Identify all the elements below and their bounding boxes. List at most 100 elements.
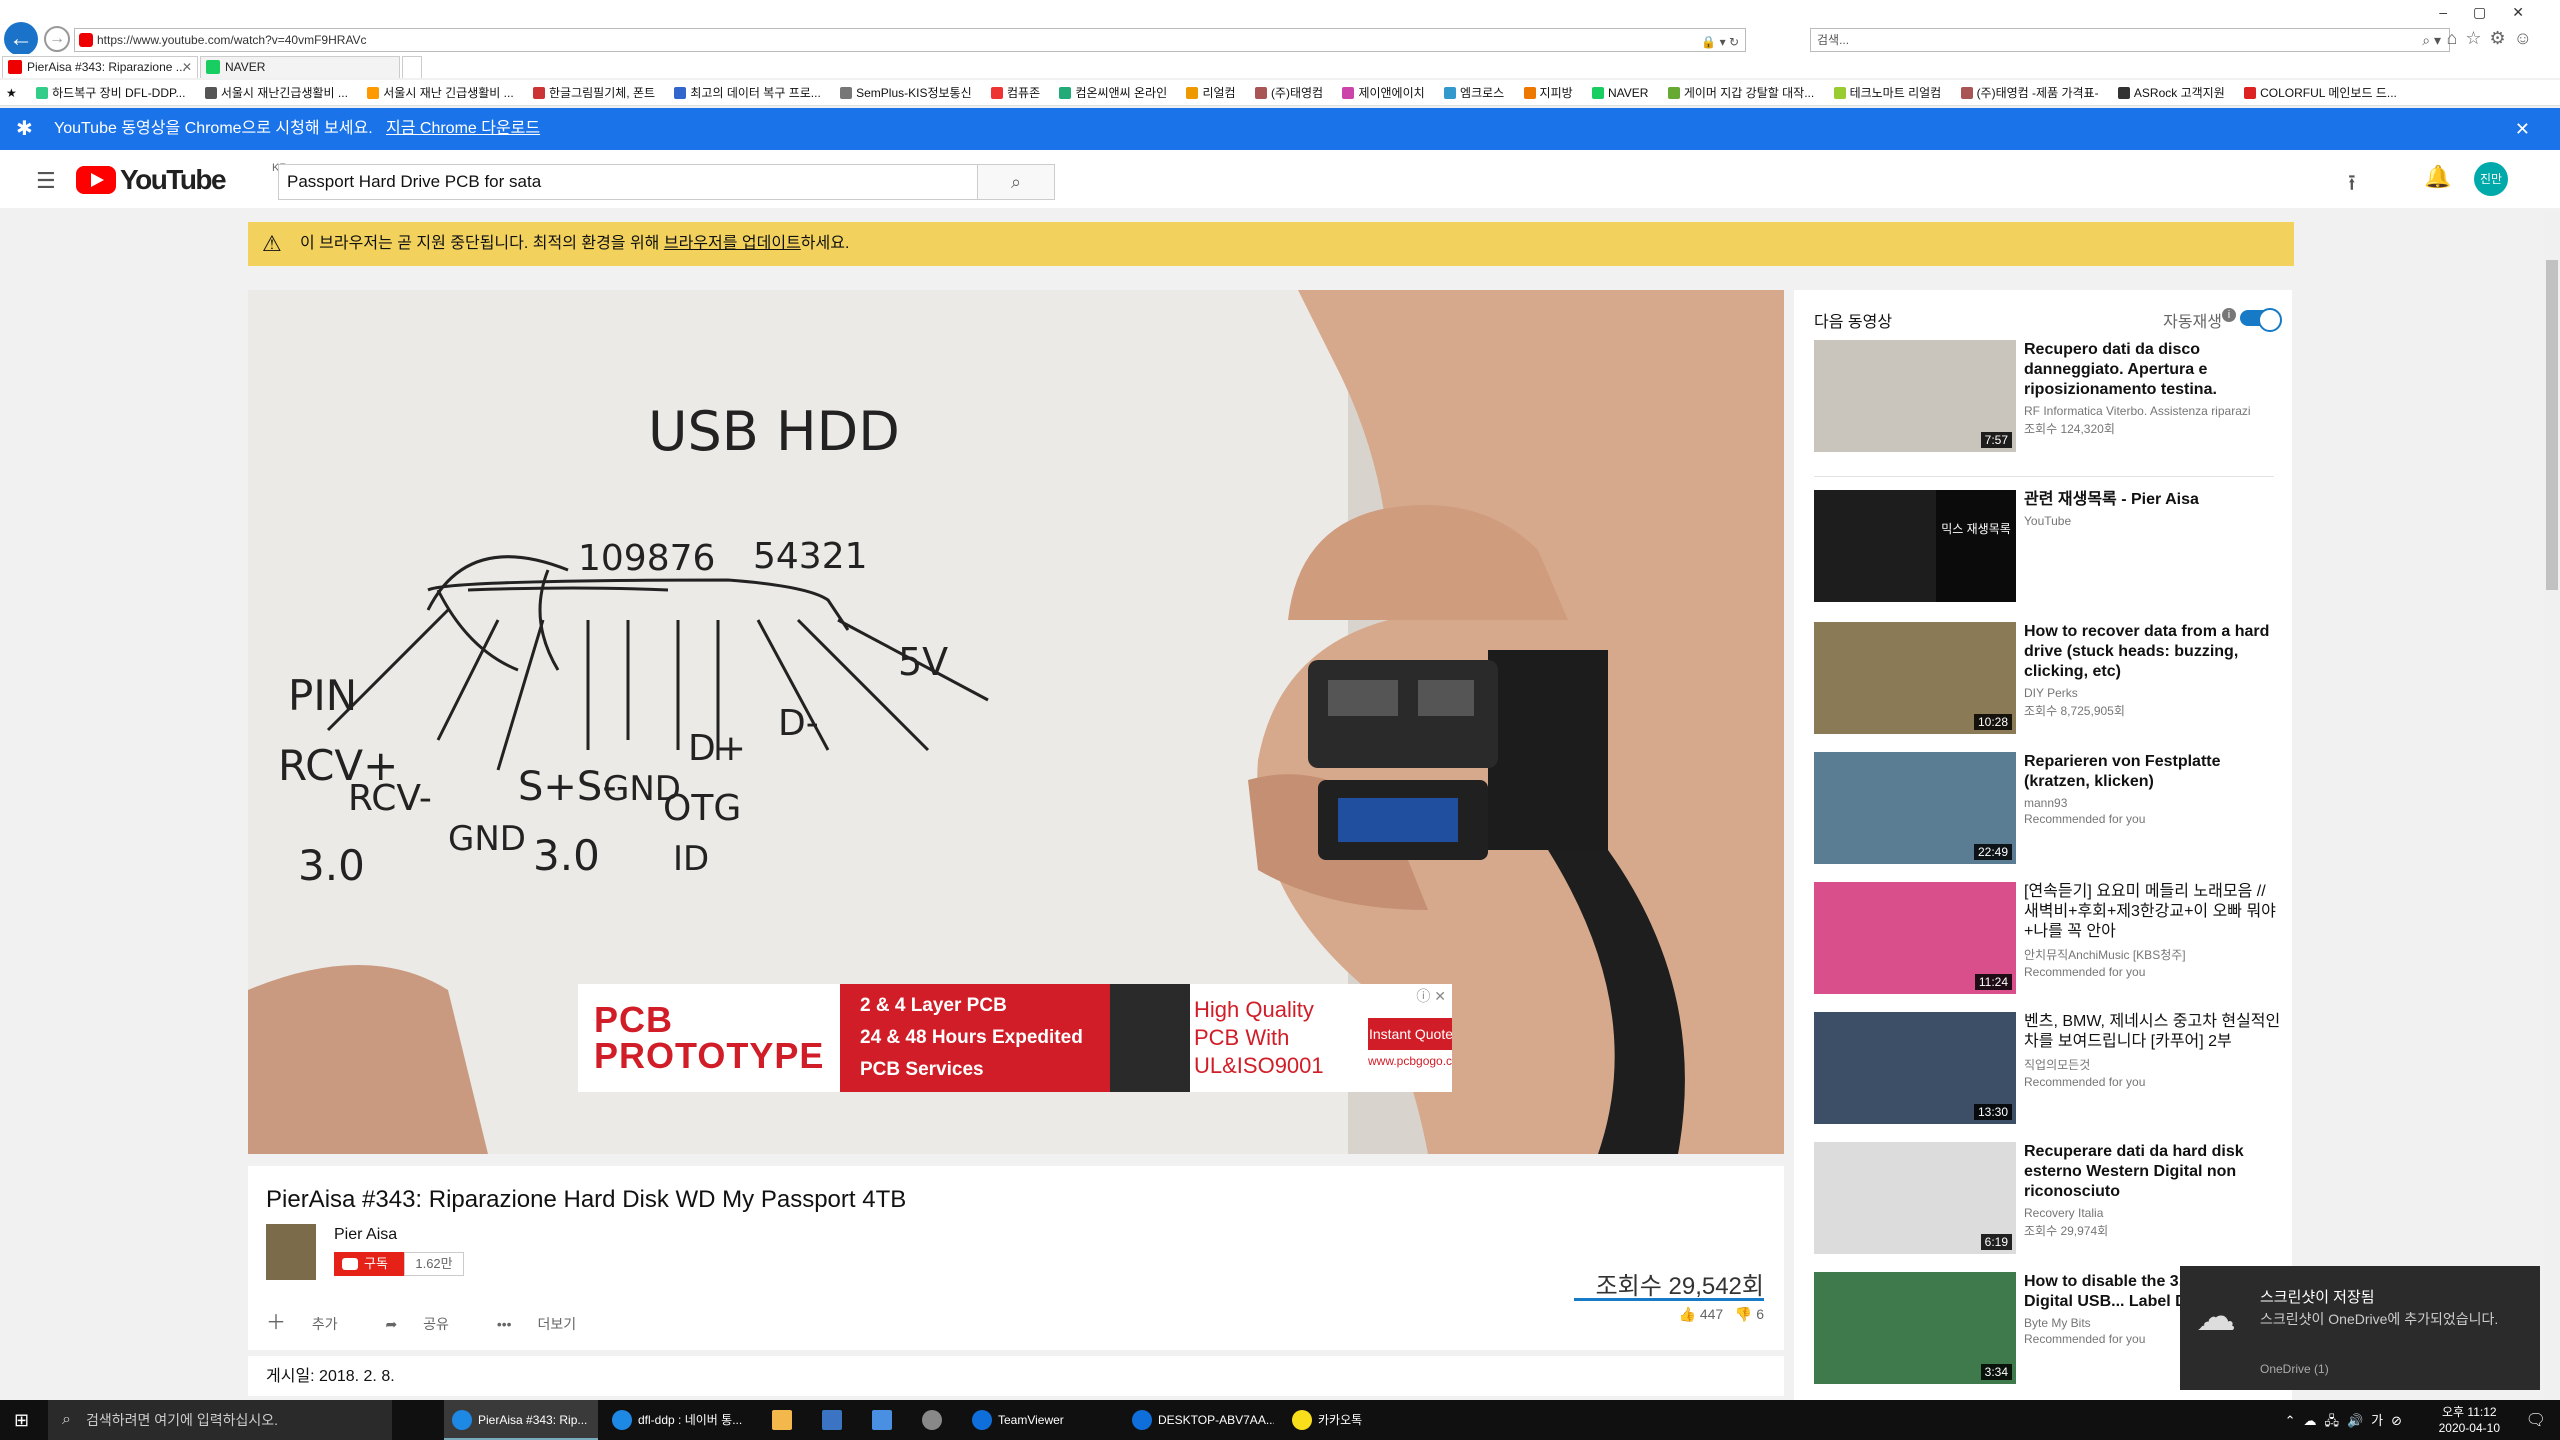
favorite-link[interactable]: 엠크로스 bbox=[1444, 80, 1504, 105]
channel-name[interactable]: Pier Aisa bbox=[334, 1226, 397, 1244]
item-title[interactable]: How to recover data from a hard drive (s… bbox=[2024, 622, 2282, 682]
bell-icon[interactable]: 🔔 bbox=[2424, 164, 2451, 190]
video-thumbnail[interactable]: 6:19 bbox=[1814, 1142, 2016, 1254]
close-icon[interactable]: ✕ bbox=[2515, 108, 2530, 150]
search-icon[interactable]: ⌕ ▾ bbox=[2422, 29, 2441, 51]
list-item[interactable]: 11:24 [연속듣기] 요요미 메들리 노래모음 // 새벽비+후회+제3한강… bbox=[1814, 882, 2284, 994]
back-button[interactable]: ← bbox=[4, 22, 38, 56]
tab-youtube[interactable]: PierAisa #343: Riparazione ... ✕ bbox=[2, 56, 198, 78]
clock[interactable]: 오후 11:12 2020-04-10 bbox=[2439, 1404, 2500, 1436]
chrome-download-link[interactable]: 지금 Chrome 다운로드 bbox=[386, 120, 540, 137]
share-button[interactable]: ➦ 공유 bbox=[386, 1316, 471, 1332]
up-next-sidebar: 다음 동영상 자동재생 i 7:57 Recupero dati da disc… bbox=[1794, 290, 2292, 1400]
close-icon[interactable]: ✕ bbox=[182, 57, 192, 77]
item-title[interactable]: [연속듣기] 요요미 메들리 노래모음 // 새벽비+후회+제3한강교+이 오빠… bbox=[2024, 882, 2282, 942]
list-item[interactable]: 10:28 How to recover data from a hard dr… bbox=[1814, 622, 2284, 734]
scrollbar-thumb[interactable] bbox=[2546, 260, 2558, 590]
store-icon[interactable] bbox=[814, 1400, 858, 1440]
lock-refresh-icon[interactable]: 🔒 ▾ ↻ bbox=[1701, 31, 1739, 53]
favorite-link[interactable]: 서울시 재난 긴급생활비 ... bbox=[367, 80, 514, 105]
favorite-link[interactable]: 게이머 지갑 강탈할 대작... bbox=[1667, 80, 1814, 105]
channel-avatar[interactable] bbox=[266, 1224, 316, 1280]
pcb-ad-overlay[interactable]: PCB PROTOTYPE 2 & 4 Layer PCB 24 & 48 Ho… bbox=[578, 984, 1452, 1092]
video-thumbnail[interactable]: 10:28 bbox=[1814, 622, 2016, 734]
video-thumbnail[interactable]: 22:49 bbox=[1814, 752, 2016, 864]
favorite-link[interactable]: 테크노마트 리얼컴 bbox=[1833, 80, 1941, 105]
list-item[interactable]: 22:49 Reparieren von Festplatte (kratzen… bbox=[1814, 752, 2284, 864]
instant-quote-button[interactable]: Instant Quote bbox=[1368, 1018, 1452, 1050]
favorite-link[interactable]: (주)태영컴 -제품 가격표- bbox=[1960, 80, 2099, 105]
favorite-link[interactable]: ASRock 고객지원 bbox=[2117, 80, 2225, 105]
video-thumbnail[interactable]: 13:30 bbox=[1814, 1012, 2016, 1124]
item-channel: RF Informatica Viterbo. Assistenza ripar… bbox=[2024, 404, 2251, 418]
thumbs-up-icon[interactable]: 👍 bbox=[1679, 1306, 1696, 1322]
favorite-link[interactable]: 리얼컴 bbox=[1186, 80, 1236, 105]
more-button[interactable]: ••• 더보기 bbox=[497, 1316, 598, 1332]
playlist-thumbnail[interactable]: 믹스 재생목록 bbox=[1814, 490, 2016, 602]
taskbar-search-input[interactable]: 검색하려면 여기에 입력하십시오. bbox=[48, 1400, 392, 1440]
favorite-link[interactable]: COLORFUL 메인보드 드... bbox=[2244, 80, 2397, 105]
taskbar-item-kakaotalk[interactable]: 카카오톡 bbox=[1284, 1400, 1434, 1440]
item-title[interactable]: 관련 재생목록 - Pier Aisa bbox=[2024, 490, 2282, 510]
item-title[interactable]: 벤츠, BMW, 제네시스 중고차 현실적인 차를 보여드립니다 [카푸어] 2… bbox=[2024, 1012, 2282, 1052]
favorite-link[interactable]: 서울시 재난긴급생활비 ... bbox=[204, 80, 348, 105]
search-icon[interactable]: ⌕ bbox=[977, 164, 1055, 200]
address-bar[interactable]: https://www.youtube.com/watch?v=40vmF9HR… bbox=[74, 28, 1746, 52]
video-player[interactable]: USB HDD 109876 54321 PIN RCV+ RCV- 3.0 G… bbox=[248, 290, 1784, 1154]
taskbar-item-ie2[interactable]: dfl-ddp : 네이버 통... bbox=[604, 1400, 758, 1440]
notification-icon[interactable]: 🗨 bbox=[2526, 1410, 2546, 1430]
add-button[interactable]: ＋ 추가 bbox=[266, 1312, 360, 1334]
favorites-star-icon[interactable]: ★ bbox=[6, 80, 17, 105]
favorite-link[interactable]: SemPlus-KIS정보통신 bbox=[840, 80, 972, 105]
close-icon[interactable]: ⓘ ✕ bbox=[1416, 986, 1446, 1006]
favorite-link[interactable]: 제이앤에이치 bbox=[1342, 80, 1425, 105]
update-browser-link[interactable]: 브라우저를 업데이트 bbox=[664, 235, 801, 252]
taskbar-item-desktop[interactable]: DESKTOP-ABV7AA... bbox=[1124, 1400, 1274, 1440]
upload-icon[interactable]: ⭱ bbox=[2348, 166, 2356, 204]
task-view-icon[interactable]: ▭ bbox=[400, 1400, 434, 1440]
mail-icon[interactable] bbox=[864, 1400, 908, 1440]
system-tray-icons[interactable]: ⌃☁🖧🔊가⊘ bbox=[2285, 1410, 2410, 1434]
video-thumbnail[interactable]: 3:34 bbox=[1814, 1272, 2016, 1384]
taskbar-item-ie[interactable]: PierAisa #343: Rip... bbox=[444, 1400, 598, 1440]
forward-button[interactable]: → bbox=[44, 26, 70, 52]
list-item[interactable]: 13:30 벤츠, BMW, 제네시스 중고차 현실적인 차를 보여드립니다 [… bbox=[1814, 1012, 2284, 1124]
page-scrollbar[interactable] bbox=[2544, 210, 2560, 1400]
onedrive-toast[interactable]: ☁ 스크린샷이 저장됨 스크린샷이 OneDrive에 추가되었습니다. One… bbox=[2180, 1266, 2540, 1390]
file-explorer-icon[interactable] bbox=[764, 1400, 808, 1440]
drawing-label: S+S- bbox=[518, 764, 617, 810]
favorite-link[interactable]: 컴온씨앤씨 온라인 bbox=[1059, 80, 1167, 105]
favorite-link[interactable]: NAVER bbox=[1592, 80, 1648, 105]
item-title[interactable]: Recupero dati da disco danneggiato. Aper… bbox=[2024, 340, 2282, 400]
autoplay-toggle[interactable] bbox=[2240, 308, 2282, 332]
favorite-link[interactable]: (주)태영컴 bbox=[1254, 80, 1323, 105]
favorite-link[interactable]: 한글그림필기체, 폰트 bbox=[533, 80, 655, 105]
new-tab-button[interactable] bbox=[402, 56, 422, 78]
thumbs-down-icon[interactable]: 👎 bbox=[1735, 1306, 1752, 1322]
browser-search-input[interactable]: 검색... ⌕ ▾ bbox=[1810, 28, 2450, 52]
list-item[interactable]: 7:57 Recupero dati da disco danneggiato.… bbox=[1814, 340, 2284, 452]
info-icon[interactable]: i bbox=[2222, 308, 2236, 322]
favorite-link[interactable]: 지피방 bbox=[1523, 80, 1573, 105]
favorite-link[interactable]: 최고의 데이터 복구 프로... bbox=[674, 80, 821, 105]
menu-icon[interactable]: ☰ bbox=[36, 168, 56, 194]
youtube-search-input[interactable]: Passport Hard Drive PCB for sata bbox=[278, 164, 978, 200]
avatar[interactable]: 진만 bbox=[2474, 162, 2508, 196]
tab-naver[interactable]: NAVER bbox=[200, 56, 400, 78]
windows-start-icon[interactable]: ⊞ bbox=[14, 1410, 29, 1431]
subscribe-button[interactable]: 구독 bbox=[334, 1252, 404, 1276]
drawing-heading: USB HDD bbox=[648, 400, 900, 463]
favorite-link[interactable]: 하드복구 장비 DFL-DDP... bbox=[36, 80, 185, 105]
app-icon[interactable] bbox=[914, 1400, 958, 1440]
video-thumbnail[interactable]: 7:57 bbox=[1814, 340, 2016, 452]
video-thumbnail[interactable]: 11:24 bbox=[1814, 882, 2016, 994]
duration-badge: 11:24 bbox=[1974, 974, 2012, 990]
item-title[interactable]: Reparieren von Festplatte (kratzen, klic… bbox=[2024, 752, 2282, 792]
item-title[interactable]: Recuperare dati da hard disk esterno Wes… bbox=[2024, 1142, 2282, 1202]
taskbar-item-teamviewer[interactable]: TeamViewer bbox=[964, 1400, 1114, 1440]
list-item[interactable]: 믹스 재생목록 관련 재생목록 - Pier Aisa YouTube bbox=[1814, 490, 2284, 602]
favorite-link[interactable]: 컴퓨존 bbox=[991, 80, 1040, 105]
home-favorites-settings-icon[interactable]: ⌂☆⚙☺ bbox=[2446, 28, 2540, 49]
window-controls[interactable]: –▢✕ bbox=[2439, 4, 2550, 21]
list-item[interactable]: 6:19 Recuperare dati da hard disk estern… bbox=[1814, 1142, 2284, 1254]
